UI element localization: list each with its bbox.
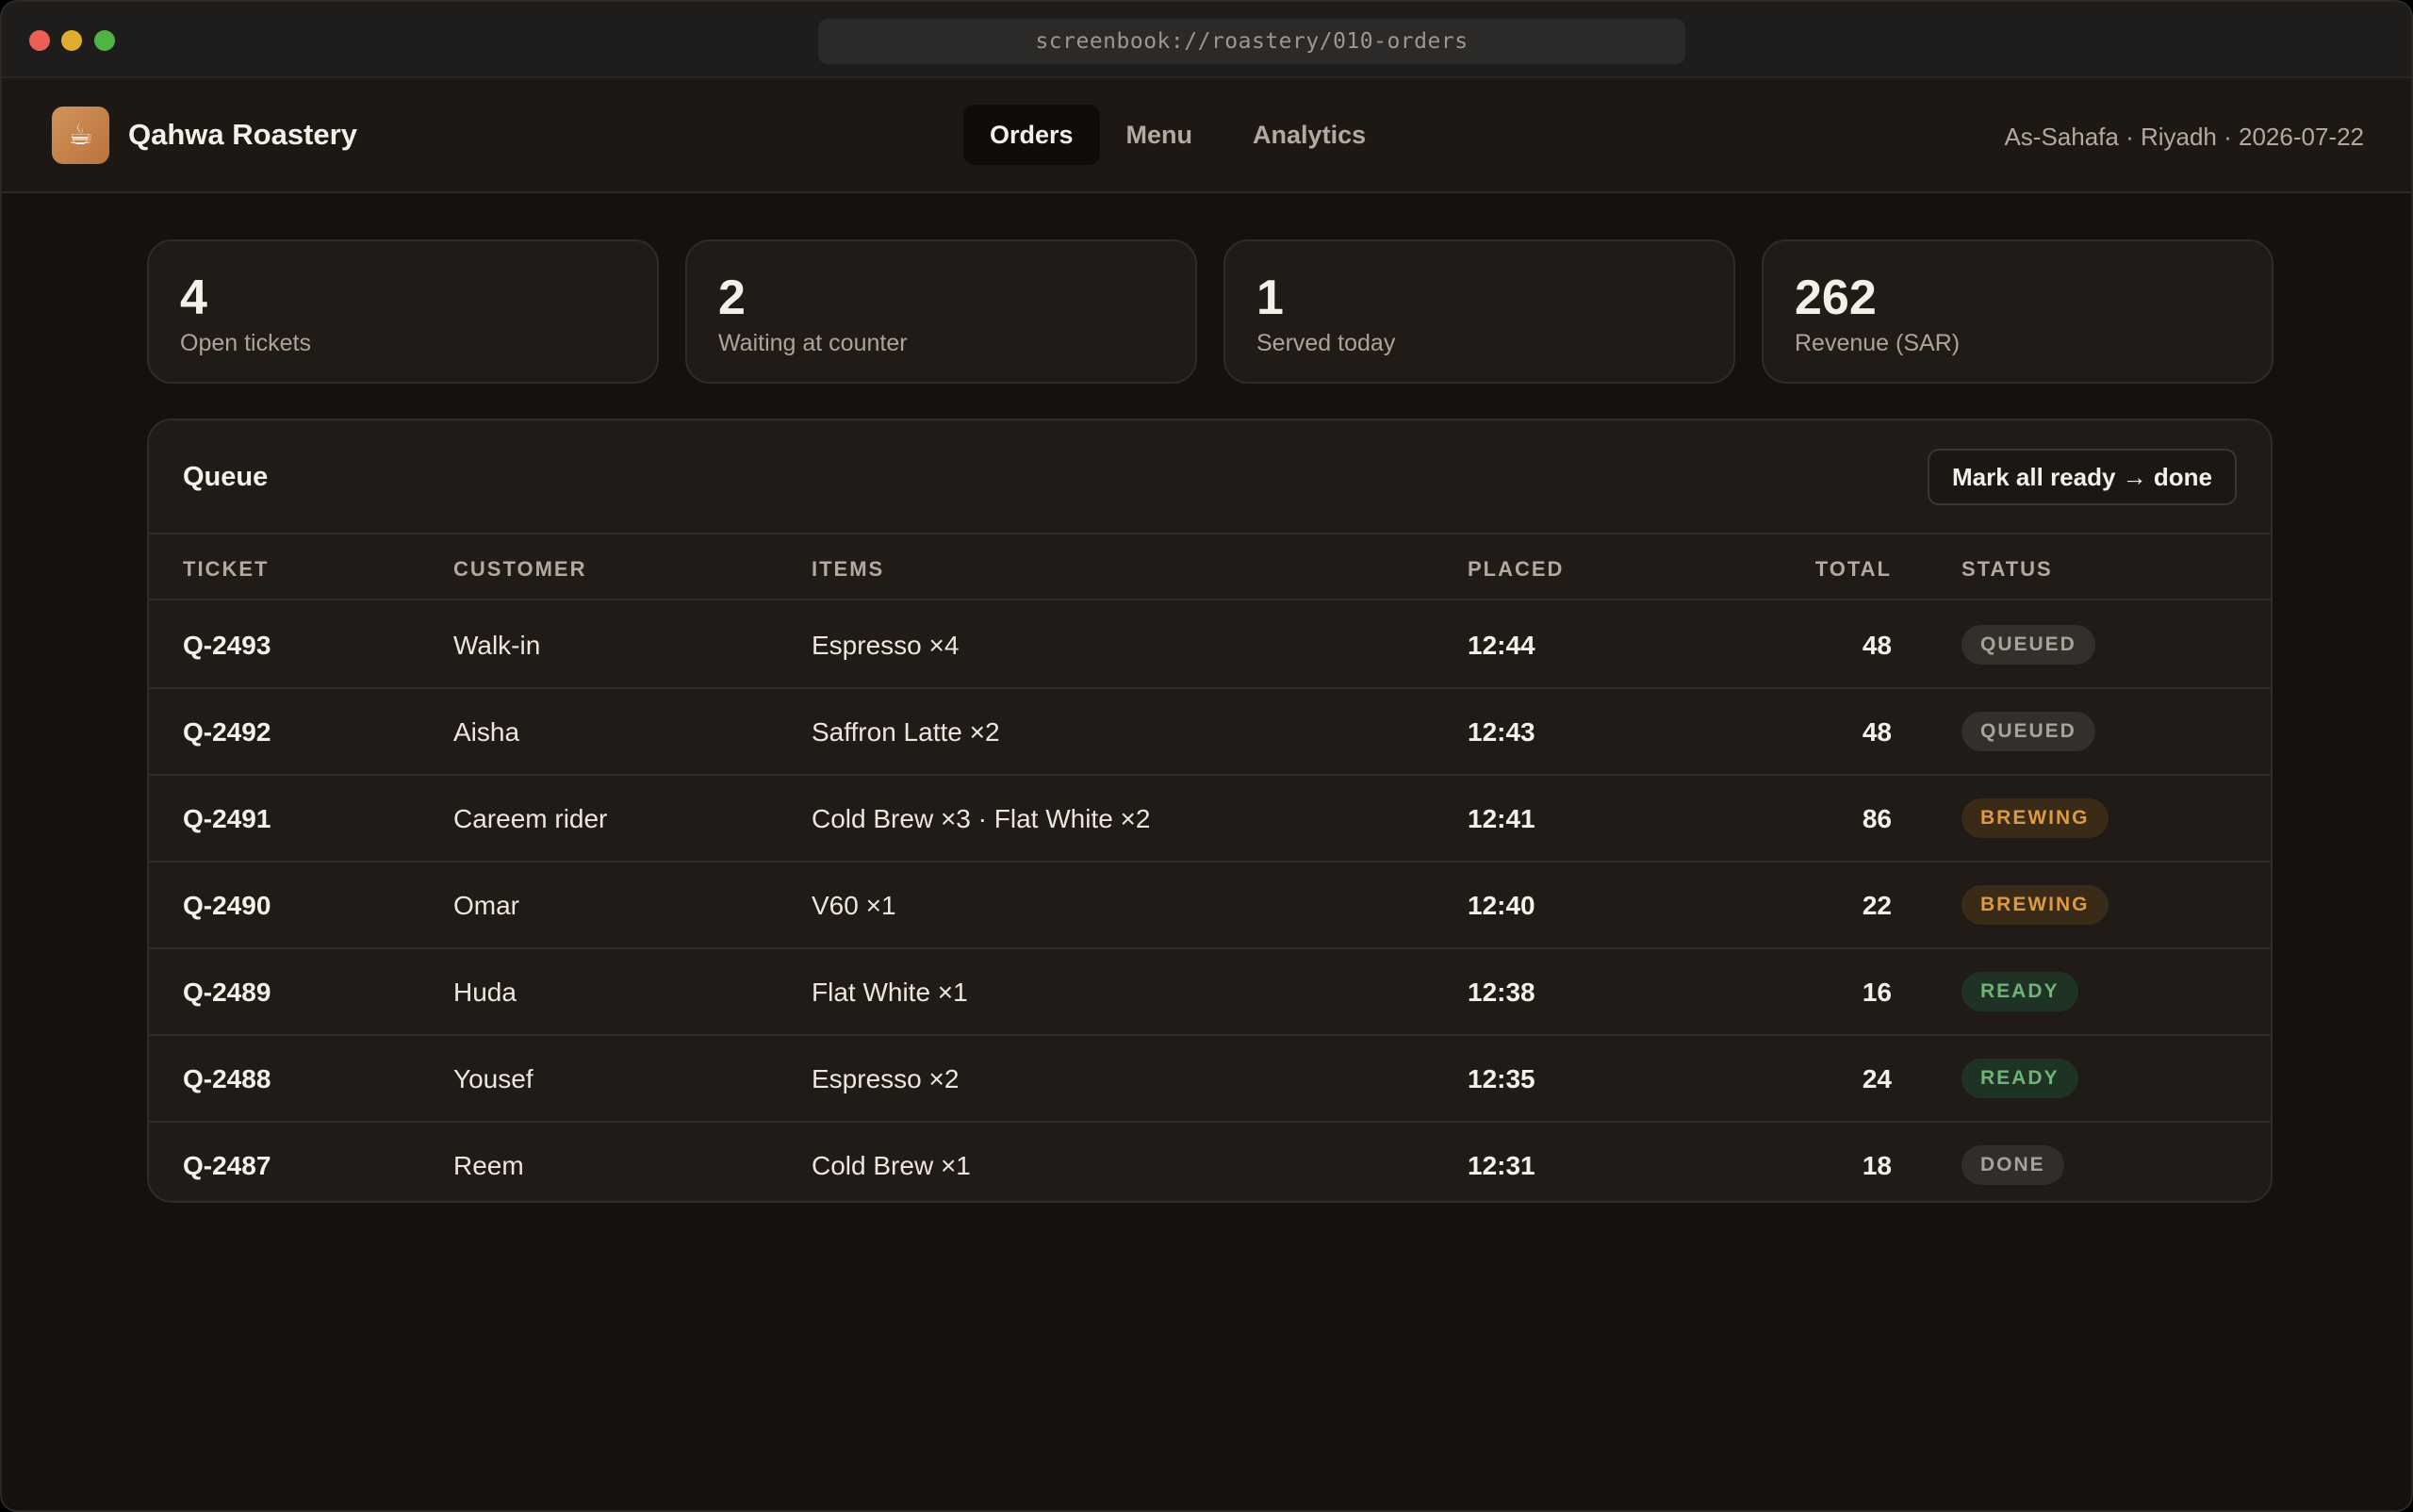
placed-time: 12:41	[1468, 804, 1535, 833]
placed-time: 12:31	[1468, 1151, 1535, 1180]
order-items: Cold Brew ×1	[812, 1151, 971, 1180]
nav-tab-orders[interactable]: Orders	[963, 105, 1100, 165]
order-items: Espresso ×4	[812, 631, 960, 660]
main-nav: Orders Menu Analytics	[963, 105, 1385, 165]
stat-value: 262	[1795, 271, 1877, 325]
table-row[interactable]: Q-2488 Yousef Espresso ×2 12:35 24 READY	[149, 1036, 2271, 1123]
order-total: 24	[1862, 1064, 1892, 1093]
order-items: Cold Brew ×3 · Flat White ×2	[812, 804, 1151, 833]
stat-card-waiting: 2 Waiting at counter	[685, 239, 1197, 384]
ticket-id: Q-2490	[183, 891, 271, 920]
status-badge[interactable]: BREWING	[1962, 798, 2109, 838]
column-header-placed[interactable]: PLACED	[1468, 557, 1564, 582]
location-date: As-Sahafa · Riyadh · 2026-07-22	[2004, 123, 2364, 151]
browser-titlebar: screenbook://roastery/010-orders	[2, 2, 2411, 78]
status-badge[interactable]: READY	[1962, 1059, 2078, 1098]
customer-name: Yousef	[453, 1064, 533, 1093]
column-header-status[interactable]: STATUS	[1962, 557, 2053, 582]
nav-tab-analytics[interactable]: Analytics	[1234, 105, 1385, 165]
status-badge[interactable]: QUEUED	[1962, 625, 2095, 665]
table-row[interactable]: Q-2489 Huda Flat White ×1 12:38 16 READY	[149, 949, 2271, 1036]
stat-label: Open tickets	[180, 330, 311, 356]
status-badge[interactable]: DONE	[1962, 1145, 2064, 1185]
app-name: Qahwa Roastery	[128, 118, 357, 151]
ticket-id: Q-2492	[183, 717, 271, 747]
order-items: V60 ×1	[812, 891, 896, 920]
status-badge[interactable]: READY	[1962, 972, 2078, 1011]
table-row[interactable]: Q-2490 Omar V60 ×1 12:40 22 BREWING	[149, 863, 2271, 949]
placed-time: 12:40	[1468, 891, 1535, 920]
customer-name: Careem rider	[453, 804, 608, 833]
order-total: 18	[1862, 1151, 1892, 1180]
stat-value: 4	[180, 271, 207, 325]
stat-value: 2	[718, 271, 746, 325]
customer-name: Aisha	[453, 717, 520, 747]
coffee-cup-icon: ☕	[52, 107, 109, 164]
stat-label: Served today	[1256, 330, 1396, 356]
column-header-ticket[interactable]: TICKET	[183, 557, 269, 582]
placed-time: 12:43	[1468, 717, 1535, 747]
table-row[interactable]: Q-2493 Walk-in Espresso ×4 12:44 48 QUEU…	[149, 602, 2271, 689]
placed-time: 12:44	[1468, 631, 1535, 660]
stat-value: 1	[1256, 271, 1284, 325]
order-items: Saffron Latte ×2	[812, 717, 1000, 747]
table-row[interactable]: Q-2492 Aisha Saffron Latte ×2 12:43 48 Q…	[149, 689, 2271, 776]
status-badge[interactable]: BREWING	[1962, 885, 2109, 925]
customer-name: Huda	[453, 978, 517, 1007]
order-total: 16	[1862, 978, 1892, 1007]
placed-time: 12:38	[1468, 978, 1535, 1007]
app-window: screenbook://roastery/010-orders ☕ Qahwa…	[0, 0, 2413, 1512]
order-total: 48	[1862, 717, 1892, 747]
app-header: ☕ Qahwa Roastery Orders Menu Analytics A…	[2, 78, 2411, 193]
customer-name: Reem	[453, 1151, 524, 1180]
nav-tab-menu[interactable]: Menu	[1111, 105, 1208, 165]
ticket-id: Q-2491	[183, 804, 271, 833]
stat-card-served: 1 Served today	[1223, 239, 1735, 384]
order-total: 22	[1862, 891, 1892, 920]
queue-panel: Queue Mark all ready → done TICKET CUSTO…	[147, 419, 2273, 1203]
ticket-id: Q-2493	[183, 631, 271, 660]
status-badge[interactable]: QUEUED	[1962, 712, 2095, 751]
ticket-id: Q-2488	[183, 1064, 271, 1093]
customer-name: Walk-in	[453, 631, 541, 660]
stat-card-revenue: 262 Revenue (SAR)	[1762, 239, 2273, 384]
stat-label: Waiting at counter	[718, 330, 908, 356]
ticket-id: Q-2487	[183, 1151, 271, 1180]
stat-card-open-tickets: 4 Open tickets	[147, 239, 659, 384]
queue-title: Queue	[183, 462, 269, 492]
order-total: 48	[1862, 631, 1892, 660]
close-window-button[interactable]	[29, 30, 50, 51]
column-header-items[interactable]: ITEMS	[812, 557, 884, 582]
order-items: Flat White ×1	[812, 978, 968, 1007]
column-header-customer[interactable]: CUSTOMER	[453, 557, 587, 582]
ticket-id: Q-2489	[183, 978, 271, 1007]
table-header: TICKET CUSTOMER ITEMS PLACED TOTAL STATU…	[149, 534, 2271, 600]
address-bar[interactable]: screenbook://roastery/010-orders	[818, 19, 1685, 64]
table-row[interactable]: Q-2487 Reem Cold Brew ×1 12:31 18 DONE	[149, 1123, 2271, 1201]
order-total: 86	[1862, 804, 1892, 833]
placed-time: 12:35	[1468, 1064, 1535, 1093]
queue-header: Queue Mark all ready → done	[149, 420, 2271, 534]
table-row[interactable]: Q-2491 Careem rider Cold Brew ×3 · Flat …	[149, 776, 2271, 863]
order-items: Espresso ×2	[812, 1064, 960, 1093]
stat-label: Revenue (SAR)	[1795, 330, 1961, 356]
customer-name: Omar	[453, 891, 519, 920]
minimize-window-button[interactable]	[61, 30, 82, 51]
mark-all-done-button[interactable]: Mark all ready → done	[1928, 449, 2237, 505]
column-header-total[interactable]: TOTAL	[1815, 557, 1892, 582]
maximize-window-button[interactable]	[94, 30, 115, 51]
